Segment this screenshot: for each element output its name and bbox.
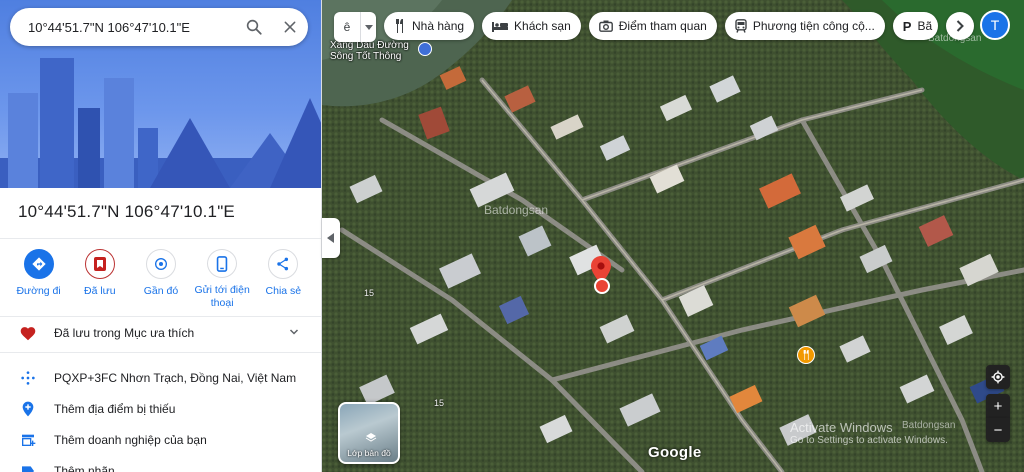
- chip-restaurants[interactable]: Nhà hàng: [384, 12, 475, 40]
- chip-hotels[interactable]: Khách sạn: [482, 12, 581, 40]
- camera-icon: [598, 20, 613, 32]
- windows-activation-watermark: Activate Windows Go to Settings to activ…: [790, 420, 948, 446]
- chevron-left-icon: [327, 233, 334, 243]
- chips-scroll-right-button[interactable]: [946, 12, 975, 40]
- nearby-icon: [145, 249, 176, 279]
- account-avatar[interactable]: T: [980, 10, 1010, 40]
- plus-code-icon: [18, 368, 38, 388]
- add-business-icon: [18, 430, 38, 450]
- google-logo: Google: [648, 444, 702, 461]
- my-location-button[interactable]: [986, 365, 1010, 389]
- hero-building: [8, 93, 38, 188]
- directions-icon: [23, 249, 54, 279]
- saved-button[interactable]: Đã lưu: [72, 249, 128, 310]
- chevron-down-icon: [289, 329, 299, 335]
- gas-station-icon[interactable]: [418, 42, 432, 56]
- satellite-imagery: [322, 0, 1024, 472]
- action-label: Gần đó: [143, 285, 179, 297]
- label-icon: [18, 461, 38, 472]
- search-icon: [246, 19, 262, 35]
- satellite-map[interactable]: Xăng Dầu Đường Sông Tốt Thông 15 15 Batd…: [322, 0, 1024, 472]
- chip-parking[interactable]: P Bã: [892, 12, 939, 40]
- hotel-icon: [492, 22, 509, 32]
- map-layers-label: Lớp bản đồ: [347, 448, 391, 458]
- chip-label: Phương tiện công cộ...: [752, 19, 875, 33]
- road-label: 15: [434, 398, 445, 408]
- plus-code-row[interactable]: PQXP+3FC Nhơn Trạch, Đồng Nai, Việt Nam: [0, 363, 321, 393]
- restaurant-marker-icon[interactable]: [797, 346, 815, 364]
- watermark-center: Batdongsan: [484, 203, 549, 217]
- add-business-row[interactable]: Thêm doanh nghiệp của bạn: [0, 425, 321, 455]
- gas-station-label: Xăng Dầu Đường Sông Tốt Thông: [330, 40, 409, 62]
- parking-icon: P: [902, 18, 912, 34]
- directions-button[interactable]: Đường đi: [11, 249, 67, 310]
- phone-icon: [207, 249, 238, 278]
- zoom-out-button[interactable]: −: [986, 418, 1010, 442]
- collapse-panel-button[interactable]: [322, 218, 340, 258]
- plus-code-label: PQXP+3FC Nhơn Trạch, Đồng Nai, Việt Nam: [54, 371, 297, 385]
- hero-building: [40, 58, 74, 188]
- hero-mountain: [270, 98, 321, 188]
- dropdown-arrow-icon: [360, 12, 376, 42]
- activation-title: Activate Windows: [790, 420, 893, 435]
- chip-attractions[interactable]: Điểm tham quan: [588, 12, 717, 40]
- map-layers-button[interactable]: Lớp bản đồ: [338, 402, 400, 464]
- close-icon: [284, 21, 296, 33]
- google-maps-window: 10°44'51.7"N 106°47'10.1"E 10°44'51.7"N …: [0, 0, 1024, 472]
- place-panel: 10°44'51.7"N 106°47'10.1"E 10°44'51.7"N …: [0, 0, 322, 472]
- nearby-button[interactable]: Gần đó: [133, 249, 189, 310]
- action-label: Đã lưu: [84, 285, 116, 297]
- activation-subtitle: Go to Settings to activate Windows.: [790, 435, 948, 446]
- add-missing-place-row[interactable]: Thêm địa điểm bị thiếu: [0, 394, 321, 424]
- map-type-label: ê: [343, 20, 351, 34]
- category-chips: ê Nhà hàng Khách sạn Điểm tham quan Phươ…: [334, 12, 975, 42]
- place-title: 10°44'51.7"N 106°47'10.1"E: [18, 202, 235, 221]
- send-to-phone-button[interactable]: Gửi tới điện thoại: [194, 249, 250, 310]
- search-box[interactable]: 10°44'51.7"N 106°47'10.1"E: [10, 8, 308, 46]
- add-label-row[interactable]: Thêm nhãn: [0, 456, 321, 472]
- hero-mountain: [150, 118, 230, 188]
- add-place-icon: [18, 399, 38, 419]
- road-label: 15: [364, 288, 375, 298]
- add-label-label: Thêm nhãn: [54, 464, 115, 472]
- divider: [0, 352, 321, 353]
- chip-label: Điểm tham quan: [618, 19, 707, 33]
- layers-icon: [365, 433, 377, 442]
- restaurant-icon: [396, 19, 403, 33]
- action-bar: Đường đi Đã lưu Gần đó Gửi tới điện thoạ…: [0, 238, 321, 310]
- chip-transit[interactable]: Phương tiện công cộ...: [724, 12, 885, 40]
- zoom-in-button[interactable]: +: [986, 394, 1010, 418]
- chip-label: Nhà hàng: [412, 19, 465, 33]
- chip-label: Khách sạn: [514, 19, 571, 33]
- hero-building: [104, 78, 134, 188]
- action-label: Đường đi: [16, 285, 61, 297]
- action-label: Gửi tới điện thoại: [194, 284, 250, 309]
- transit-icon: [735, 19, 747, 33]
- divider: [0, 316, 321, 317]
- saved-list-label: Đã lưu trong Mục ưa thích: [54, 326, 195, 340]
- add-missing-place-label: Thêm địa điểm bị thiếu: [54, 402, 176, 416]
- saved-place-marker[interactable]: [594, 278, 610, 294]
- chip-label: Bã: [917, 19, 933, 33]
- add-business-label: Thêm doanh nghiệp của bạn: [54, 433, 207, 447]
- my-location-icon: [991, 370, 1005, 384]
- chevron-right-icon: [956, 20, 965, 32]
- action-label: Chia sẻ: [265, 285, 302, 297]
- search-button[interactable]: [236, 9, 272, 45]
- heart-icon: [18, 323, 38, 343]
- hero-building: [78, 108, 100, 188]
- share-button[interactable]: Chia sẻ: [255, 249, 311, 310]
- bookmark-icon: [84, 249, 115, 279]
- saved-list-row[interactable]: Đã lưu trong Mục ưa thích: [0, 318, 321, 348]
- map-type-selector[interactable]: ê: [334, 12, 376, 42]
- search-input[interactable]: 10°44'51.7"N 106°47'10.1"E: [28, 20, 236, 35]
- share-icon: [268, 249, 299, 279]
- clear-search-button[interactable]: [272, 9, 308, 45]
